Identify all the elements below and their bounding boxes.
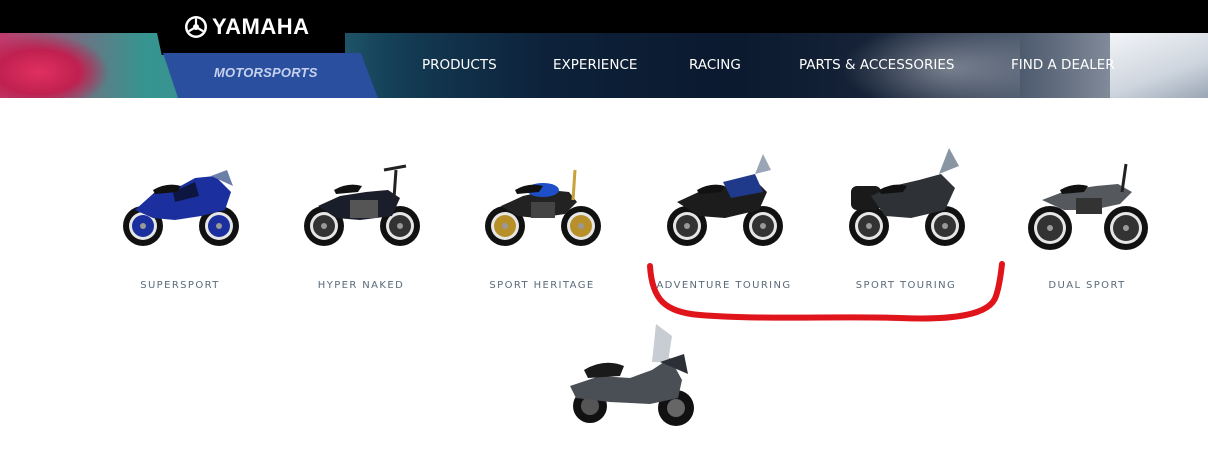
- adventure-touring-motorcycle-image: [667, 154, 783, 246]
- category-supersport[interactable]: SUPERSPORT: [100, 140, 260, 300]
- category-label: SPORT TOURING: [855, 280, 957, 291]
- nav-find-a-dealer[interactable]: FIND A DEALER: [1011, 57, 1115, 73]
- category-label: ADVENTURE TOURING: [656, 280, 792, 291]
- yamaha-logo-link[interactable]: YAMAHA: [184, 13, 310, 41]
- scooter-category-tile[interactable]: [560, 318, 705, 430]
- brand-name: YAMAHA: [212, 14, 310, 39]
- category-sport-touring[interactable]: SPORT TOURING: [826, 140, 986, 300]
- category-label: SUPERSPORT: [140, 280, 220, 291]
- supersport-motorcycle-image: [123, 170, 239, 246]
- category-label: HYPER NAKED: [317, 280, 405, 291]
- yamaha-tuning-fork-icon: [185, 16, 207, 38]
- nav-products[interactable]: PRODUCTS: [422, 57, 497, 73]
- category-sport-heritage[interactable]: SPORT HERITAGE: [462, 140, 622, 300]
- hyper-naked-motorcycle-image: [304, 164, 420, 246]
- category-dual-sport[interactable]: DUAL SPORT: [1007, 140, 1167, 300]
- sport-heritage-motorcycle-image: [485, 169, 601, 246]
- main-nav: PRODUCTS EXPERIENCE RACING PARTS & ACCES…: [0, 57, 1208, 75]
- category-hyper-naked[interactable]: HYPER NAKED: [281, 140, 441, 300]
- dual-sport-motorcycle-image: [1028, 163, 1148, 250]
- category-adventure-touring[interactable]: ADVENTURE TOURING: [644, 140, 804, 300]
- nav-racing[interactable]: RACING: [689, 57, 741, 73]
- category-label: SPORT HERITAGE: [489, 280, 595, 291]
- sport-touring-motorcycle-image: [849, 148, 965, 246]
- category-label: DUAL SPORT: [1048, 280, 1126, 291]
- nav-parts-accessories[interactable]: PARTS & ACCESSORIES: [799, 57, 954, 73]
- scooter-image: [570, 324, 694, 426]
- nav-experience[interactable]: EXPERIENCE: [553, 57, 637, 73]
